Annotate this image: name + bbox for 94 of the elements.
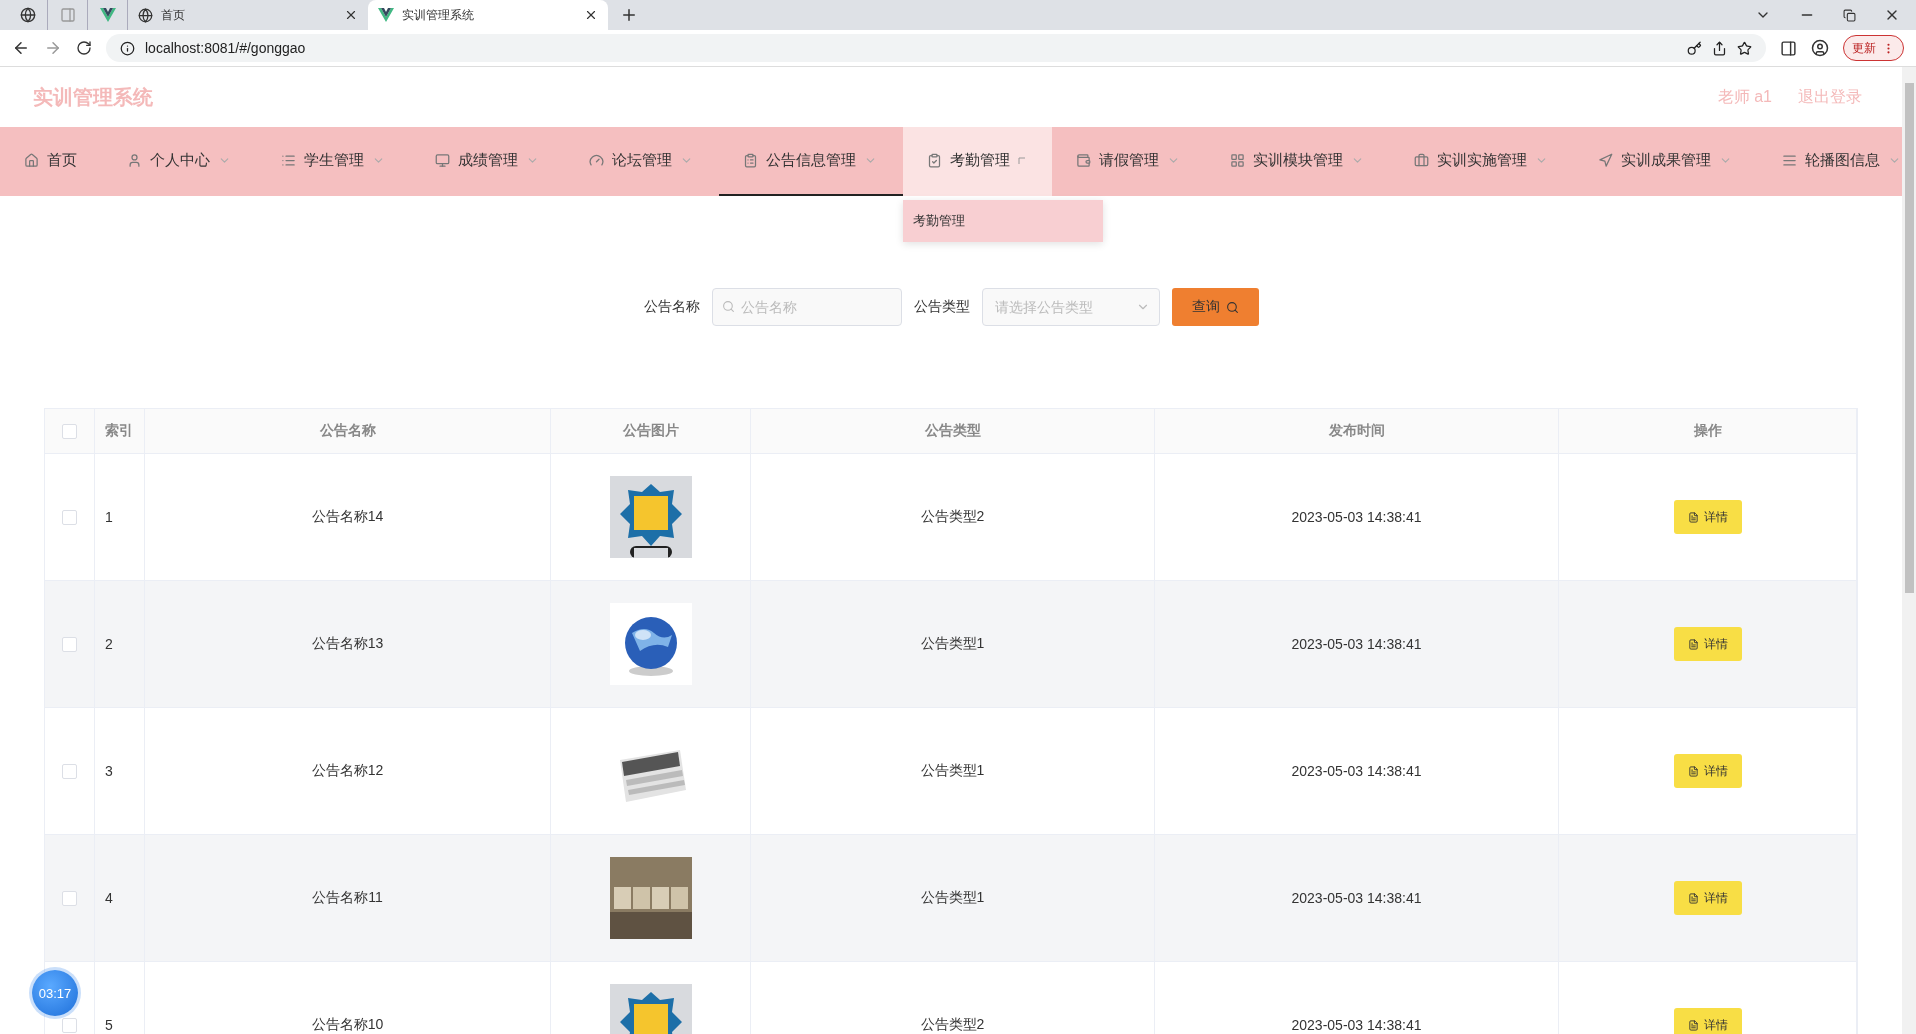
search-field[interactable]: 公告名称 xyxy=(711,288,902,326)
table-cell: 公告名称12 xyxy=(311,762,384,780)
briefcase-icon xyxy=(1414,153,1429,168)
grid-icon xyxy=(1230,153,1245,168)
document-icon xyxy=(1687,511,1699,523)
restore-icon[interactable] xyxy=(1843,8,1856,22)
detail-button[interactable]: 详情 xyxy=(1673,500,1742,534)
checkbox[interactable] xyxy=(62,763,77,779)
column-header: 操作 xyxy=(1693,422,1722,440)
info-icon xyxy=(120,40,135,56)
nav-menu-item[interactable]: 实训成果管理 xyxy=(1574,127,1758,196)
table-cell: 2023-05-03 14:38:41 xyxy=(1291,636,1422,652)
column-header: 发布时间 xyxy=(1328,422,1385,440)
search-icon xyxy=(721,300,735,313)
monitor-icon xyxy=(435,153,450,168)
table-cell: 2023-05-03 14:38:41 xyxy=(1291,763,1422,779)
vue-logo-icon[interactable] xyxy=(99,8,116,22)
close-icon[interactable] xyxy=(584,8,598,22)
clipboard-check-icon xyxy=(927,153,942,168)
column-header: 公告名称 xyxy=(319,422,376,440)
nav-menu-item[interactable]: 实训模块管理 xyxy=(1206,127,1390,196)
vue-logo-icon xyxy=(378,8,394,22)
nav-menu-item[interactable]: 论坛管理 xyxy=(565,127,719,196)
table-cell: 2 xyxy=(105,636,113,652)
table-cell: 2023-05-03 14:38:41 xyxy=(1291,890,1422,906)
table-cell: 公告类型1 xyxy=(920,889,985,907)
search-icon xyxy=(1225,300,1239,314)
table-cell: 公告类型2 xyxy=(920,1016,985,1034)
table-cell: 4 xyxy=(105,890,113,906)
address-bar[interactable]: localhost:8081/#/gonggao xyxy=(106,34,1766,62)
table-cell: 1 xyxy=(105,509,113,525)
table-cell: 公告类型1 xyxy=(920,635,985,653)
select-field[interactable]: 请选择公告类型 xyxy=(981,288,1160,326)
reload-icon[interactable] xyxy=(76,40,92,56)
navigation-icon xyxy=(1598,153,1613,168)
table-cell: 公告名称10 xyxy=(311,1016,384,1034)
update-button[interactable]: 更新 xyxy=(1843,35,1904,61)
globe-icon xyxy=(138,7,153,23)
document-icon xyxy=(1687,638,1699,650)
nav-menu-item[interactable]: 首页 xyxy=(0,127,103,196)
table-cell: 公告名称13 xyxy=(311,635,384,653)
checkbox[interactable] xyxy=(62,509,77,525)
list-icon xyxy=(281,153,296,168)
detail-button[interactable]: 详情 xyxy=(1673,754,1742,788)
document-icon xyxy=(1687,1019,1699,1031)
user-icon xyxy=(127,153,142,168)
nav-menu-item[interactable]: 轮播图信息 xyxy=(1758,127,1902,196)
checkbox[interactable] xyxy=(62,890,77,906)
checkbox[interactable] xyxy=(62,636,77,652)
table-cell: 2023-05-03 14:38:41 xyxy=(1291,1017,1422,1033)
detail-button[interactable]: 详情 xyxy=(1673,1008,1742,1034)
table-cell: 3 xyxy=(105,763,113,779)
site-title: 实训管理系统 xyxy=(33,84,153,110)
dropdown-item[interactable]: 考勤管理 xyxy=(903,206,1103,236)
clipboard-icon xyxy=(743,153,758,168)
star-icon[interactable] xyxy=(1737,40,1752,56)
detail-button[interactable]: 详情 xyxy=(1673,627,1742,661)
field-label: 公告名称 xyxy=(643,298,700,316)
table-cell: 公告名称14 xyxy=(311,508,384,526)
nav-menu-item[interactable]: 个人中心 xyxy=(103,127,257,196)
document-icon xyxy=(1687,765,1699,777)
nav-menu-item[interactable]: 成绩管理 xyxy=(411,127,565,196)
column-header: 索引 xyxy=(105,422,133,440)
back-icon[interactable] xyxy=(12,39,30,57)
share-icon[interactable] xyxy=(1712,40,1727,56)
wallet-icon xyxy=(1076,153,1091,168)
checkbox[interactable] xyxy=(62,1017,77,1033)
side-panel-icon[interactable] xyxy=(1780,39,1797,57)
gauge-icon xyxy=(589,153,604,168)
browser-tab[interactable]: 首页 xyxy=(128,0,368,30)
home-icon xyxy=(24,153,39,168)
forward-icon[interactable] xyxy=(44,39,62,57)
nav-menu-item[interactable]: 学生管理 xyxy=(257,127,411,196)
close-icon[interactable] xyxy=(344,8,358,22)
query-button[interactable]: 查询 xyxy=(1171,288,1259,326)
nav-menu-item[interactable]: 实训实施管理 xyxy=(1390,127,1574,196)
field-label: 公告类型 xyxy=(913,298,970,316)
profile-icon[interactable] xyxy=(1811,39,1829,57)
checkbox[interactable] xyxy=(62,423,77,439)
document-icon xyxy=(1687,892,1699,904)
browser-tab[interactable]: 实训管理系统 xyxy=(368,0,608,30)
column-header: 公告类型 xyxy=(924,422,981,440)
scrollbar[interactable] xyxy=(1902,67,1916,1034)
menu-icon xyxy=(1782,153,1797,168)
table-cell: 5 xyxy=(105,1017,113,1033)
table-cell: 公告类型1 xyxy=(920,762,985,780)
table-cell: 公告名称11 xyxy=(312,889,383,907)
new-tab-icon[interactable] xyxy=(620,6,638,24)
detail-button[interactable]: 详情 xyxy=(1673,881,1742,915)
table-cell: 2023-05-03 14:38:41 xyxy=(1291,509,1422,525)
globe-icon[interactable] xyxy=(19,7,36,23)
column-header: 公告图片 xyxy=(622,422,679,440)
table-cell: 公告类型2 xyxy=(920,508,985,526)
key-icon[interactable] xyxy=(1687,40,1702,56)
